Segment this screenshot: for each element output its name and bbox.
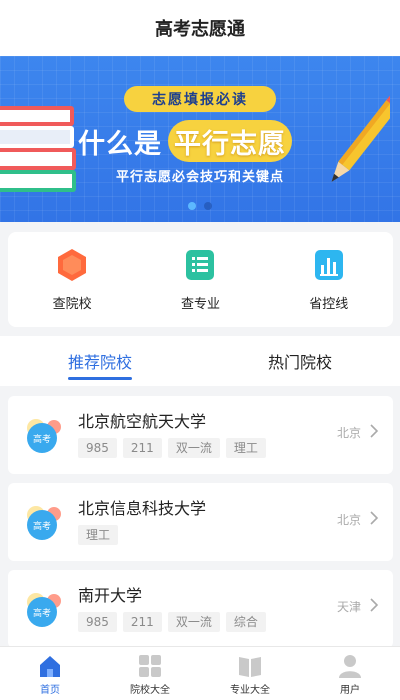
quick-action-label: 查院校 xyxy=(52,297,92,312)
school-tags: 985 211 双一流 理工 xyxy=(78,438,266,458)
book-icon xyxy=(239,657,261,677)
school-name: 北京航空航天大学 xyxy=(78,412,207,431)
school-logo-icon: 高考 xyxy=(27,593,61,627)
school-tag: 综合 xyxy=(225,612,266,632)
grid-icon xyxy=(139,655,161,677)
nav-label: 专业大全 xyxy=(230,685,270,696)
quick-action-control-line[interactable]: 省控线 xyxy=(274,247,384,312)
banner-headline: 什么是 平行志愿 xyxy=(78,120,292,162)
quick-action-majors[interactable]: 查专业 xyxy=(145,247,255,312)
school-card[interactable]: 高考 北京航空航天大学 985 211 双一流 理工 北京 xyxy=(8,396,393,474)
chevron-right-icon xyxy=(370,511,379,525)
school-card[interactable]: 高考 北京信息科技大学 理工 北京 xyxy=(8,483,393,561)
school-tag: 理工 xyxy=(225,438,266,458)
school-name: 北京信息科技大学 xyxy=(78,499,207,518)
app-header: 高考志愿通 xyxy=(0,0,400,56)
school-tag: 985 xyxy=(78,612,117,632)
school-logo-text: 高考 xyxy=(33,433,51,445)
chevron-right-icon xyxy=(370,424,379,438)
school-logo-text: 高考 xyxy=(33,520,51,532)
banner-headline-highlight: 平行志愿 xyxy=(168,120,292,162)
school-logo-icon: 高考 xyxy=(27,506,61,540)
tab-recommended[interactable]: 推荐院校 xyxy=(0,336,200,386)
school-logo-icon: 高考 xyxy=(27,419,61,453)
quick-action-label: 省控线 xyxy=(309,297,349,312)
school-location: 北京 xyxy=(336,426,361,440)
app-title: 高考志愿通 xyxy=(155,19,245,40)
banner-pill: 志愿填报必读 xyxy=(124,86,276,112)
school-tag: 211 xyxy=(122,438,162,458)
nav-label: 首页 xyxy=(40,685,60,696)
school-tag: 双一流 xyxy=(167,438,220,458)
hexagon-school-icon xyxy=(58,249,87,281)
school-tag: 211 xyxy=(122,612,162,632)
school-tag: 理工 xyxy=(78,525,119,545)
nav-schools[interactable]: 院校大全 xyxy=(100,647,200,700)
nav-label: 用户 xyxy=(340,685,360,696)
school-tags: 理工 xyxy=(78,525,119,545)
school-logo-text: 高考 xyxy=(33,607,51,619)
school-location: 天津 xyxy=(336,600,361,614)
school-tag: 双一流 xyxy=(167,612,220,632)
banner-dot-2[interactable] xyxy=(204,202,212,210)
books-illustration-icon xyxy=(0,106,76,192)
nav-majors[interactable]: 专业大全 xyxy=(200,647,300,700)
home-icon xyxy=(40,656,60,677)
chevron-right-icon xyxy=(370,598,379,612)
bar-chart-icon xyxy=(314,250,343,280)
nav-home[interactable]: 首页 xyxy=(0,647,100,700)
pencil-icon xyxy=(331,92,390,182)
banner-dot-1[interactable] xyxy=(188,202,196,210)
school-tag: 985 xyxy=(78,438,117,458)
tab-popular[interactable]: 热门院校 xyxy=(200,336,400,386)
school-tabs: 推荐院校 热门院校 xyxy=(0,336,400,386)
school-card[interactable]: 高考 南开大学 985 211 双一流 综合 天津 xyxy=(8,570,393,648)
quick-actions: 查院校 查专业 省控线 xyxy=(8,232,393,327)
user-icon xyxy=(339,655,361,678)
quick-action-schools[interactable]: 查院校 xyxy=(17,247,127,312)
nav-user[interactable]: 用户 xyxy=(300,647,400,700)
bottom-nav: 首页 院校大全 专业大全 用户 xyxy=(0,646,400,700)
promo-banner[interactable]: 志愿填报必读 什么是 平行志愿 平行志愿必会技巧和关键点 xyxy=(0,56,400,222)
school-location: 北京 xyxy=(336,513,361,527)
list-document-icon xyxy=(186,250,215,280)
banner-headline-white: 什么是 xyxy=(78,128,162,160)
school-name: 南开大学 xyxy=(78,586,143,605)
school-tags: 985 211 双一流 综合 xyxy=(78,612,266,632)
banner-pagination xyxy=(0,202,400,210)
nav-label: 院校大全 xyxy=(130,685,170,696)
quick-action-label: 查专业 xyxy=(180,297,220,312)
